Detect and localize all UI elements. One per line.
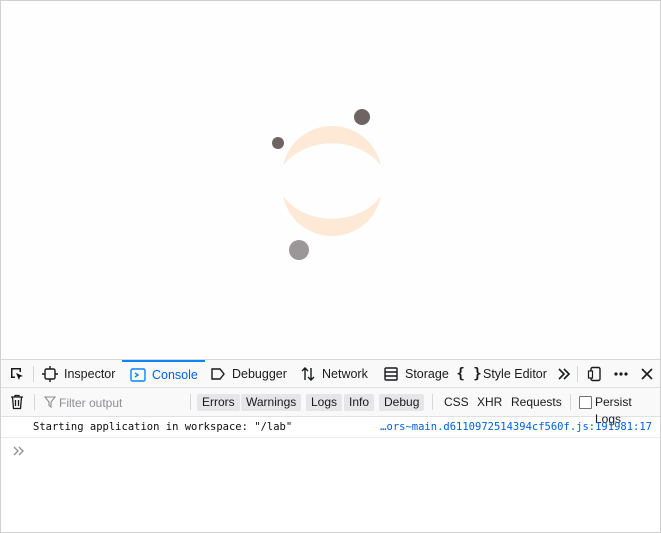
page-viewport — [1, 1, 660, 359]
network-icon — [299, 365, 317, 383]
tab-label: Debugger — [232, 367, 287, 381]
filter-requests-button[interactable]: Requests — [511, 394, 562, 411]
toolbar-separator — [190, 394, 191, 410]
toolbar-separator — [432, 394, 433, 410]
devtools-panel: Inspector Console Debugger Network Stora — [1, 359, 660, 532]
chevrons-right-icon — [558, 368, 571, 380]
filter-output-input[interactable] — [43, 393, 201, 413]
devtools-toolbar: Inspector Console Debugger Network Stora — [1, 359, 660, 388]
options-menu-button[interactable] — [611, 364, 631, 384]
tab-label: Network — [322, 367, 368, 381]
filter-logs-button[interactable]: Logs — [306, 394, 343, 411]
spinner-dot-large — [354, 109, 370, 125]
console-message-text: Starting application in workspace: "/lab… — [33, 421, 293, 433]
console-filter-bar: Errors Warnings Logs Info Debug CSS XHR … — [1, 388, 660, 426]
filter-debug-button[interactable]: Debug — [379, 394, 425, 411]
element-picker-button[interactable] — [7, 364, 27, 384]
console-icon — [129, 366, 147, 384]
tab-style-editor[interactable]: { } Style Editor — [456, 360, 547, 388]
filter-info-button[interactable]: Info — [344, 394, 375, 411]
debugger-icon — [209, 365, 227, 383]
style-editor-icon: { } — [456, 366, 482, 382]
spinner-dot-light — [289, 240, 309, 260]
filter-css-button[interactable]: CSS — [444, 394, 469, 411]
tab-debugger[interactable]: Debugger — [209, 360, 287, 388]
tab-label: Storage — [405, 367, 449, 381]
tab-console[interactable]: Console — [122, 360, 205, 388]
tab-label: Inspector — [64, 367, 116, 381]
toolbar-separator — [570, 394, 571, 410]
storage-icon — [382, 365, 400, 383]
loading-spinner-icon — [272, 109, 381, 260]
persist-logs-label[interactable]: Persist Logs — [595, 394, 660, 426]
trash-icon — [11, 394, 23, 410]
console-message: Starting application in workspace: "/lab… — [1, 418, 660, 438]
filter-warnings-button[interactable]: Warnings — [241, 394, 302, 411]
tab-label: Console — [152, 368, 198, 382]
responsive-mode-icon — [587, 366, 601, 382]
console-message-source-link[interactable]: …ors~main.d6110972514394cf560f.js:191981… — [380, 421, 652, 433]
responsive-design-button[interactable] — [585, 364, 605, 384]
clear-console-button[interactable] — [7, 392, 27, 412]
filter-xhr-button[interactable]: XHR — [477, 394, 502, 411]
toolbar-separator — [33, 366, 34, 382]
close-icon — [641, 368, 653, 380]
console-prompt-chevron-icon[interactable] — [11, 443, 27, 459]
persist-logs-checkbox[interactable] — [579, 396, 592, 409]
toolbar-separator — [577, 366, 578, 382]
filter-errors-button[interactable]: Errors — [197, 394, 240, 411]
inspector-icon — [41, 365, 59, 383]
tab-network[interactable]: Network — [299, 360, 368, 388]
ellipsis-icon — [614, 372, 628, 376]
spinner-dot-small — [272, 137, 284, 149]
tab-inspector[interactable]: Inspector — [41, 360, 115, 388]
tab-label: Style Editor — [483, 367, 547, 381]
spinner-arc-bottom — [283, 196, 381, 237]
spinner-arc-top — [283, 125, 381, 166]
toolbar-separator — [34, 394, 35, 410]
element-picker-icon — [11, 368, 23, 380]
close-devtools-button[interactable] — [637, 364, 657, 384]
more-tools-button[interactable] — [554, 364, 574, 384]
tab-storage[interactable]: Storage — [382, 360, 449, 388]
